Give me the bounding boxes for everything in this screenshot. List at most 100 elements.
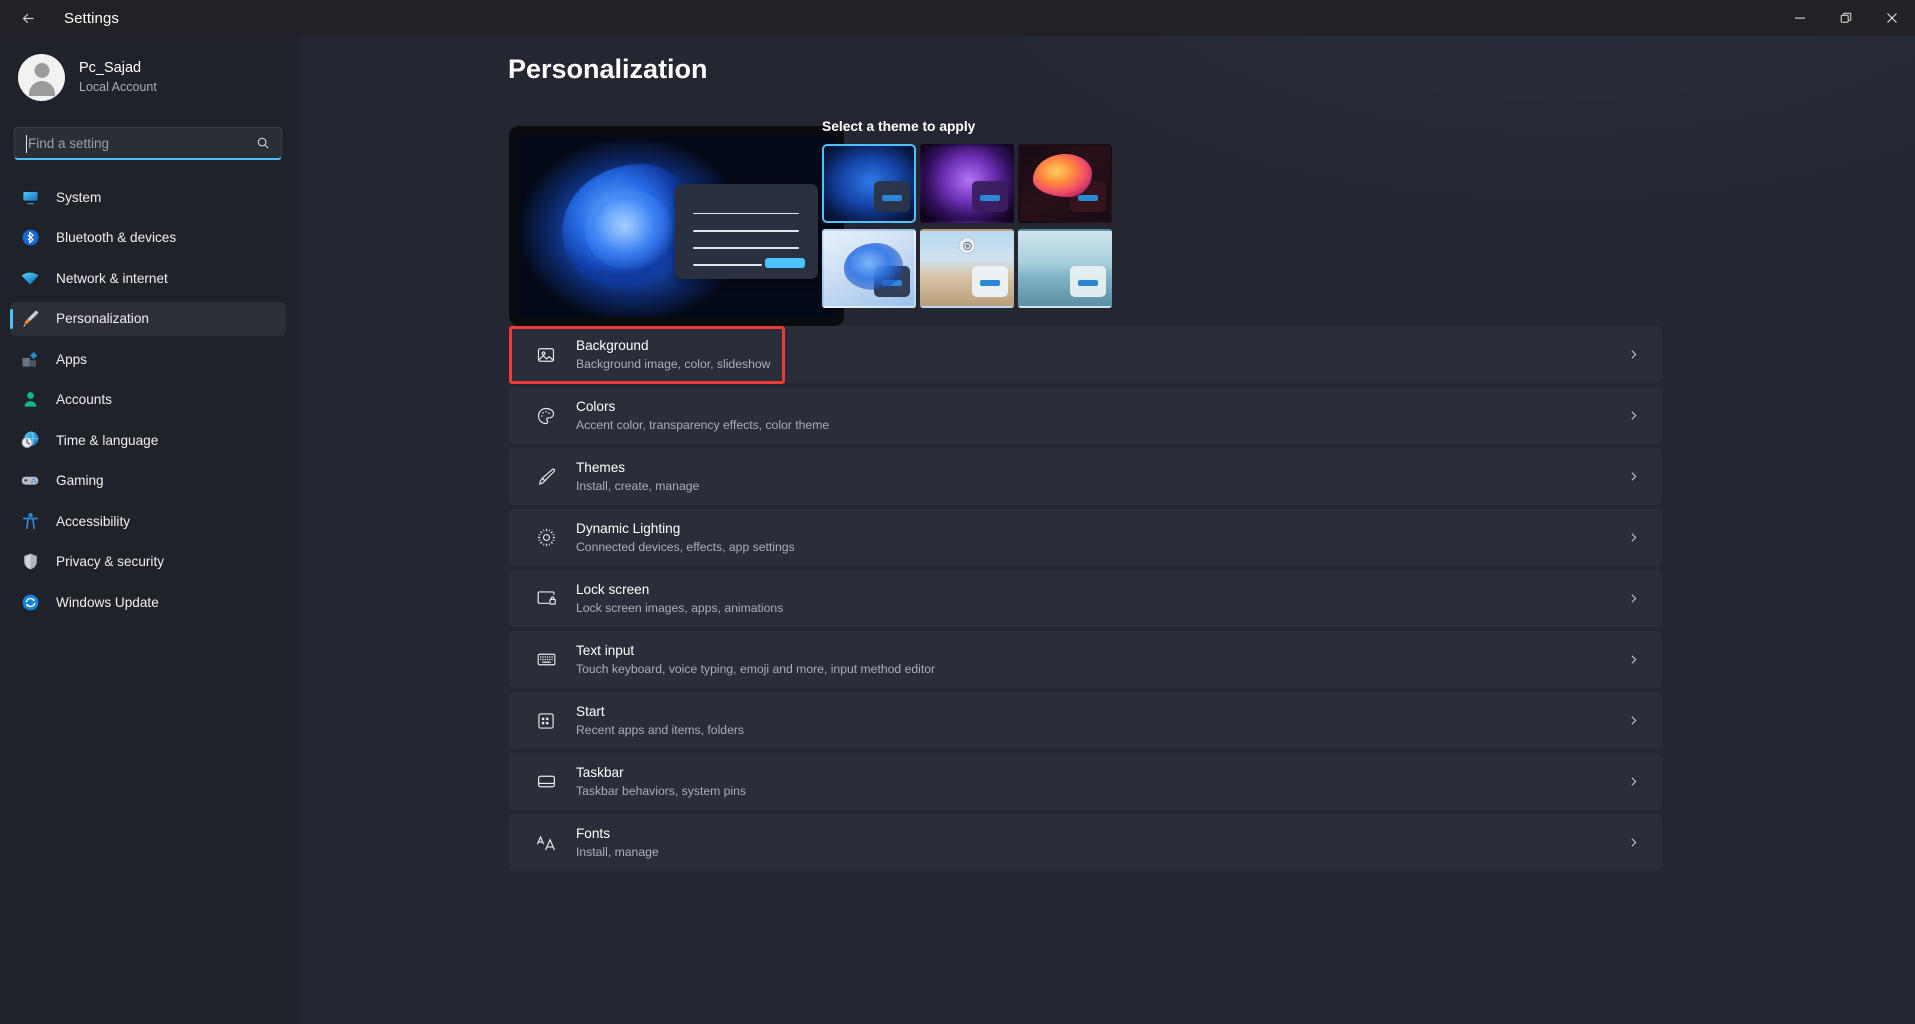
sidebar-item-label: System — [56, 190, 101, 205]
window-controls — [1777, 0, 1915, 36]
preview-accent-button — [765, 258, 805, 268]
start-grid-icon — [532, 707, 560, 735]
sidebar-item-personalization[interactable]: Personalization — [10, 302, 286, 336]
search-icon[interactable] — [256, 136, 270, 150]
settings-row-dynamic-lighting[interactable]: Dynamic Lighting Connected devices, effe… — [509, 509, 1662, 566]
settings-row-title: Fonts — [576, 825, 659, 843]
settings-row-subtitle: Recent apps and items, folders — [576, 722, 744, 738]
account-type: Local Account — [79, 79, 157, 95]
sidebar-item-label: Accounts — [56, 392, 112, 407]
search-box[interactable] — [14, 127, 282, 160]
theme-sync-badge-icon — [959, 237, 976, 254]
maximize-button[interactable] — [1823, 0, 1869, 36]
minimize-icon — [1794, 12, 1806, 24]
sidebar-item-privacy-security[interactable]: Privacy & security — [10, 545, 286, 579]
close-button[interactable] — [1869, 0, 1915, 36]
fonts-aa-icon — [532, 829, 560, 857]
title-bar: Settings — [0, 0, 1915, 36]
chevron-right-icon[interactable] — [1627, 409, 1640, 422]
settings-row-title: Colors — [576, 398, 829, 416]
sidebar-item-label: Personalization — [56, 311, 149, 326]
sidebar: Pc_Sajad Local Account — [0, 36, 300, 1024]
chevron-right-icon[interactable] — [1627, 775, 1640, 788]
sidebar-item-gaming[interactable]: Gaming — [10, 464, 286, 498]
sidebar-item-windows-update[interactable]: Windows Update — [10, 585, 286, 619]
back-button[interactable] — [6, 2, 50, 34]
person-icon — [20, 390, 40, 410]
chevron-right-icon[interactable] — [1627, 653, 1640, 666]
paintbrush-icon — [532, 463, 560, 491]
shield-icon — [20, 552, 40, 572]
theme-windows-light[interactable] — [822, 229, 916, 308]
settings-row-title: Dynamic Lighting — [576, 520, 795, 538]
arrow-left-icon — [20, 10, 37, 27]
chevron-right-icon[interactable] — [1627, 714, 1640, 727]
settings-row-taskbar[interactable]: Taskbar Taskbar behaviors, system pins — [509, 753, 1662, 810]
settings-row-lock-screen[interactable]: Lock screen Lock screen images, apps, an… — [509, 570, 1662, 627]
sidebar-item-network-internet[interactable]: Network & internet — [10, 261, 286, 295]
theme-flow-warm[interactable] — [1018, 144, 1112, 223]
theme-sand-beach[interactable] — [920, 229, 1014, 308]
settings-row-title: Lock screen — [576, 581, 783, 599]
sidebar-item-apps[interactable]: Apps — [10, 342, 286, 376]
settings-row-colors[interactable]: Colors Accent color, transparency effect… — [509, 387, 1662, 444]
accessibility-icon — [20, 511, 40, 531]
update-refresh-icon — [20, 592, 40, 612]
settings-row-background[interactable]: Background Background image, color, slid… — [509, 326, 1662, 383]
chevron-right-icon[interactable] — [1627, 592, 1640, 605]
themes-section-label: Select a theme to apply — [822, 119, 975, 134]
sidebar-item-label: Bluetooth & devices — [56, 230, 176, 245]
settings-row-subtitle: Taskbar behaviors, system pins — [576, 783, 746, 799]
sidebar-item-label: Privacy & security — [56, 554, 164, 569]
sidebar-item-accessibility[interactable]: Accessibility — [10, 504, 286, 538]
settings-row-subtitle: Touch keyboard, voice typing, emoji and … — [576, 661, 935, 677]
main-content: Personalization Select a theme to apply — [300, 36, 1915, 1024]
minimize-button[interactable] — [1777, 0, 1823, 36]
theme-lake-calm[interactable] — [1018, 229, 1112, 308]
window-title: Settings — [64, 10, 119, 27]
gamepad-icon — [20, 471, 40, 491]
lock-screen-icon — [532, 585, 560, 613]
settings-row-subtitle: Accent color, transparency effects, colo… — [576, 417, 829, 433]
sidebar-item-label: Accessibility — [56, 514, 130, 529]
text-caret — [26, 135, 27, 153]
account-name: Pc_Sajad — [79, 59, 157, 78]
sidebar-item-time-language[interactable]: Time & language — [10, 423, 286, 457]
account-block[interactable]: Pc_Sajad Local Account — [0, 36, 300, 101]
sidebar-item-label: Apps — [56, 352, 87, 367]
taskbar-icon — [532, 768, 560, 796]
wifi-icon — [20, 268, 40, 288]
sidebar-item-label: Gaming — [56, 473, 104, 488]
chevron-right-icon[interactable] — [1627, 348, 1640, 361]
settings-row-subtitle: Lock screen images, apps, animations — [576, 600, 783, 616]
chevron-right-icon[interactable] — [1627, 470, 1640, 483]
settings-row-themes[interactable]: Themes Install, create, manage — [509, 448, 1662, 505]
clock-globe-icon — [20, 430, 40, 450]
settings-row-title: Start — [576, 703, 744, 721]
sidebar-item-accounts[interactable]: Accounts — [10, 383, 286, 417]
settings-row-text-input[interactable]: Text input Touch keyboard, voice typing,… — [509, 631, 1662, 688]
theme-windows-dark[interactable] — [822, 144, 916, 223]
chevron-right-icon[interactable] — [1627, 531, 1640, 544]
avatar — [18, 54, 65, 101]
image-icon — [532, 341, 560, 369]
chevron-right-icon[interactable] — [1627, 836, 1640, 849]
keyboard-icon — [532, 646, 560, 674]
sidebar-item-label: Windows Update — [56, 595, 159, 610]
settings-row-fonts[interactable]: Fonts Install, manage — [509, 814, 1662, 871]
monitor-icon — [20, 187, 40, 207]
preview-window-mock — [675, 184, 818, 279]
search-input[interactable] — [15, 136, 256, 151]
sidebar-item-system[interactable]: System — [10, 180, 286, 214]
wallpaper-bloom-highlight — [585, 190, 674, 270]
theme-purple-glow[interactable] — [920, 144, 1014, 223]
settings-row-title: Text input — [576, 642, 935, 660]
restore-icon — [1840, 12, 1852, 24]
desktop-preview — [509, 126, 844, 326]
apps-icon — [20, 349, 40, 369]
settings-row-subtitle: Connected devices, effects, app settings — [576, 539, 795, 555]
settings-row-start[interactable]: Start Recent apps and items, folders — [509, 692, 1662, 749]
sidebar-item-bluetooth-devices[interactable]: Bluetooth & devices — [10, 221, 286, 255]
settings-list: Background Background image, color, slid… — [509, 326, 1662, 875]
sidebar-item-label: Network & internet — [56, 271, 168, 286]
